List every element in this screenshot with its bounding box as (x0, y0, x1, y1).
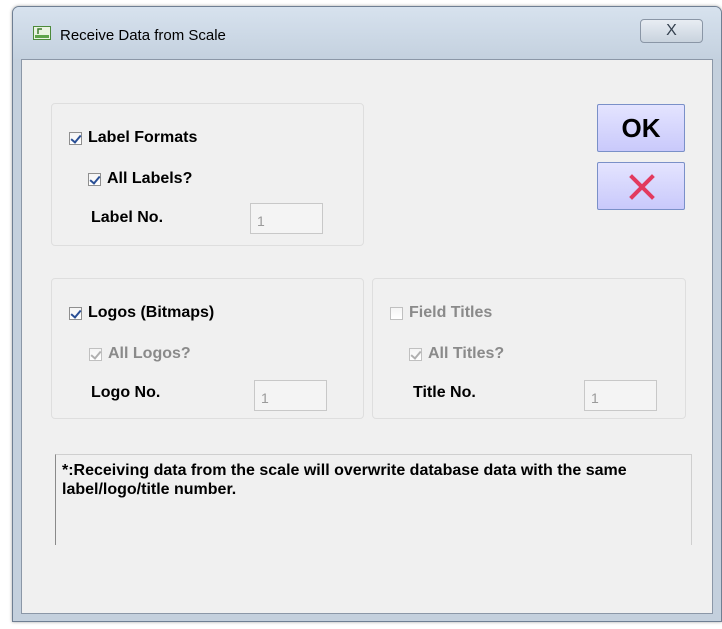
title-no-label: Title No. (413, 384, 476, 401)
all-titles-label: All Titles? (428, 345, 505, 362)
field-titles-checkbox[interactable] (390, 306, 403, 320)
logo-no-label: Logo No. (91, 384, 161, 401)
field-titles-row[interactable]: Field Titles (390, 304, 492, 322)
label-no-input[interactable]: 1 (250, 203, 323, 234)
all-labels-checkbox[interactable] (88, 172, 101, 186)
all-logos-row[interactable]: All Logos? (89, 345, 191, 363)
field-titles-label: Field Titles (409, 304, 493, 321)
logos-group: Logos (Bitmaps) All Logos? Logo No. 1 (51, 278, 364, 419)
all-logos-checkbox[interactable] (89, 347, 102, 361)
title-no-input[interactable]: 1 (584, 380, 657, 411)
close-icon: X (666, 22, 677, 39)
overwrite-note: *:Receiving data from the scale will ove… (55, 454, 692, 545)
dialog-client-area: Label Formats All Labels? Label No. 1 OK… (21, 59, 713, 614)
all-titles-checkbox[interactable] (409, 347, 422, 361)
cancel-button[interactable] (597, 162, 685, 210)
all-labels-label: All Labels? (107, 170, 193, 187)
all-logos-label: All Logos? (108, 345, 191, 362)
all-labels-row[interactable]: All Labels? (88, 170, 192, 188)
close-button[interactable]: X (640, 19, 703, 43)
red-x-icon (629, 174, 655, 200)
logos-checkbox[interactable] (69, 306, 82, 320)
ok-button[interactable]: OK (597, 104, 685, 152)
title-bar[interactable]: Receive Data from Scale X (13, 7, 721, 59)
logo-no-input[interactable]: 1 (254, 380, 327, 411)
app-icon (33, 26, 51, 40)
field-titles-group: Field Titles All Titles? Title No. 1 (372, 278, 686, 419)
logos-row[interactable]: Logos (Bitmaps) (69, 304, 214, 322)
ok-label: OK (621, 113, 661, 143)
label-formats-group: Label Formats All Labels? Label No. 1 (51, 103, 364, 246)
label-formats-label: Label Formats (88, 129, 198, 146)
label-formats-checkbox[interactable] (69, 131, 82, 145)
logos-label: Logos (Bitmaps) (88, 304, 215, 321)
label-formats-row[interactable]: Label Formats (69, 129, 197, 147)
window-title: Receive Data from Scale (60, 27, 226, 44)
dialog-window: Receive Data from Scale X Label Formats … (12, 6, 722, 622)
label-no-label: Label No. (91, 209, 164, 226)
all-titles-row[interactable]: All Titles? (409, 345, 504, 363)
